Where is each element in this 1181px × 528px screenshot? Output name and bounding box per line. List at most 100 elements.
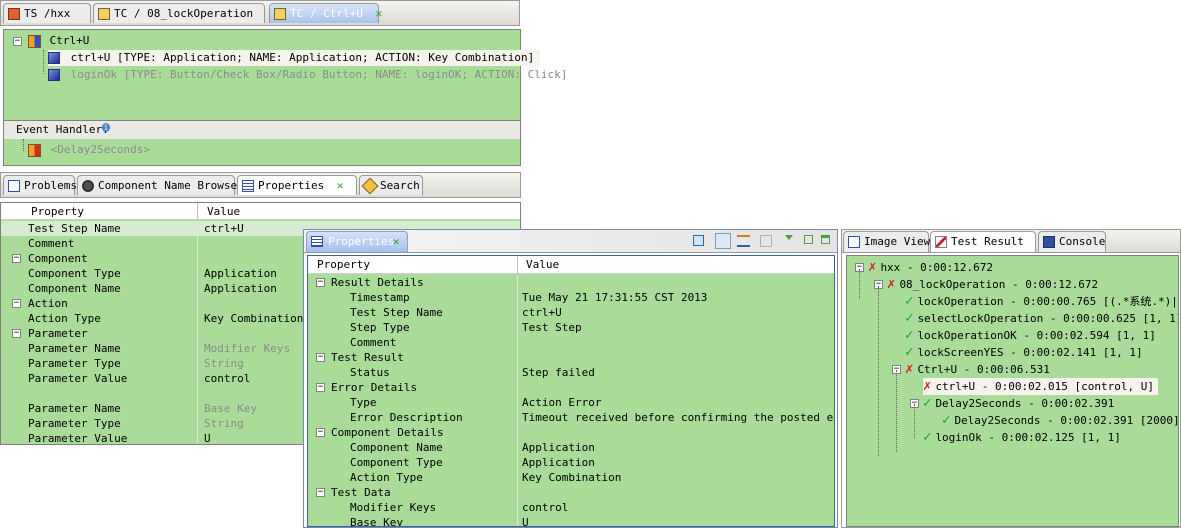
result-tree-item[interactable]: ✓ selectLockOperation - 0:00:00.625 [1, 1…	[905, 310, 1178, 327]
property-group-row[interactable]: − Result Details	[308, 275, 834, 290]
property-row[interactable]: Component Name Application	[308, 440, 834, 455]
result-tree-item[interactable]: ✓ loginOk - 0:00:02.125 [1, 1]	[923, 429, 1121, 446]
view-menu-icon[interactable]	[785, 235, 793, 240]
collapse-toggle[interactable]: −	[316, 383, 325, 392]
property-name: Modifier Keys	[350, 501, 437, 514]
result-tab-bar: Image View Test Result Console	[842, 230, 1180, 253]
property-row[interactable]: Action Type Key Combination	[308, 470, 834, 485]
tab-console[interactable]: Console	[1038, 231, 1106, 252]
tree-root[interactable]: Ctrl+U	[28, 33, 89, 49]
collapse-toggle[interactable]: −	[316, 278, 325, 287]
property-row[interactable]: Error Description Timeout received before…	[308, 410, 834, 425]
collapse-toggle[interactable]: −	[12, 254, 21, 263]
fail-cross-icon: ✗	[887, 276, 896, 292]
property-value: Test Step	[522, 321, 582, 334]
tree-step[interactable]: loginOk [TYPE: Button/Check Box/Radio Bu…	[48, 67, 567, 83]
collapse-toggle[interactable]: −	[316, 428, 325, 437]
result-label: Ctrl+U - 0:00:06.531	[917, 363, 1050, 376]
column-divider	[517, 256, 518, 273]
properties-icon	[242, 180, 254, 192]
tree-connector	[23, 139, 24, 151]
result-tree-item[interactable]: ✓ Delay2Seconds - 0:00:02.391 [2000]	[942, 412, 1178, 429]
pin-icon[interactable]	[693, 235, 704, 246]
categories-icon[interactable]	[715, 233, 731, 249]
editor-tab-tc-ctrlu[interactable]: TC / Ctrl+U ✕	[269, 3, 382, 23]
result-tree-item[interactable]: ✓ lockOperation - 0:00:00.765 [(.*系统.*)|(…	[905, 293, 1178, 310]
test-step-icon	[48, 69, 60, 81]
column-divider	[517, 500, 518, 515]
column-header-property[interactable]: Property	[317, 256, 370, 273]
property-row[interactable]: Status Step failed	[308, 365, 834, 380]
property-name: Test Data	[331, 486, 391, 499]
tab-image-view[interactable]: Image View	[843, 231, 930, 252]
editor-tab-ts-hxx[interactable]: TS /hxx	[3, 3, 91, 23]
info-icon: i	[102, 123, 110, 132]
result-tree-item[interactable]: ✓ Delay2Seconds - 0:00:02.391	[923, 395, 1114, 412]
tab-problems[interactable]: Problems	[3, 175, 77, 195]
editor-tab-tc-lockoperation[interactable]: TC / 08_lockOperation	[93, 3, 265, 23]
property-name: Status	[350, 366, 390, 379]
property-value: Modifier Keys	[204, 342, 291, 355]
close-icon[interactable]: ✕	[393, 232, 400, 251]
editor-tab-label: TC / Ctrl+U	[290, 7, 363, 20]
property-row[interactable]: Modifier Keys control	[308, 500, 834, 515]
event-handler-panel: <Delay2Seconds>	[3, 139, 521, 166]
collapse-toggle[interactable]: −	[13, 37, 22, 46]
result-label: loginOk - 0:00:02.125 [1, 1]	[935, 431, 1121, 444]
tab-properties[interactable]: Properties ✕	[237, 175, 357, 195]
pass-check-icon: ✓	[942, 412, 951, 428]
column-divider	[517, 305, 518, 320]
column-divider	[517, 410, 518, 425]
collapse-toggle[interactable]: −	[12, 329, 21, 338]
column-header-property[interactable]: Property	[31, 204, 84, 219]
result-tree-item[interactable]: ✗ hxx - 0:00:12.672	[868, 259, 993, 276]
property-row[interactable]: Test Step Name ctrl+U	[308, 305, 834, 320]
result-tree-item[interactable]: ✗ 08_lockOperation - 0:00:12.672	[887, 276, 1098, 293]
column-divider	[517, 350, 518, 365]
close-icon[interactable]: ✕	[375, 7, 382, 20]
column-divider	[197, 236, 198, 251]
tree-step[interactable]: ctrl+U [TYPE: Application; NAME: Applica…	[48, 50, 541, 66]
column-header-value[interactable]: Value	[207, 204, 240, 219]
property-name: Test Step Name	[28, 222, 121, 235]
property-value: ctrl+U	[522, 306, 562, 319]
pass-check-icon: ✓	[923, 395, 932, 411]
tab-test-result[interactable]: Test Result	[930, 231, 1036, 252]
property-row[interactable]: Comment	[308, 335, 834, 350]
property-row[interactable]: Step Type Test Step	[308, 320, 834, 335]
property-group-row[interactable]: − Test Result	[308, 350, 834, 365]
property-name: Parameter Value	[28, 372, 128, 385]
property-group-row[interactable]: − Component Details	[308, 425, 834, 440]
collapse-toggle[interactable]: −	[316, 488, 325, 497]
property-row[interactable]: Timestamp Tue May 21 17:31:55 CST 2013	[308, 290, 834, 305]
event-handler-item[interactable]: <Delay2Seconds>	[28, 142, 150, 158]
result-tree-item[interactable]: ✗ ctrl+U - 0:00:02.015 [control, U]	[923, 378, 1158, 395]
property-value: String	[204, 357, 244, 370]
maximize-icon[interactable]	[821, 235, 830, 244]
property-group-row[interactable]: − Test Data	[308, 485, 834, 500]
property-group-row[interactable]: − Error Details	[308, 380, 834, 395]
column-header-value[interactable]: Value	[526, 256, 559, 273]
property-row[interactable]: Component Type Application	[308, 455, 834, 470]
column-divider	[197, 266, 198, 281]
tab-component-name-browser[interactable]: Component Name Browser	[77, 175, 244, 195]
property-row[interactable]: Base Key U	[308, 515, 834, 526]
result-tree-item[interactable]: ✗ Ctrl+U - 0:00:06.531	[905, 361, 1050, 378]
tab-search[interactable]: Search	[359, 175, 423, 195]
column-divider	[517, 395, 518, 410]
property-value: Key Combination	[204, 312, 304, 325]
property-name: Error Details	[331, 381, 418, 394]
property-value: Step failed	[522, 366, 595, 379]
result-tree-item[interactable]: ✓ lockScreenYES - 0:00:02.141 [1, 1]	[905, 344, 1143, 361]
result-tree-item[interactable]: ✓ lockOperationOK - 0:00:02.594 [1, 1]	[905, 327, 1156, 344]
collapse-toggle[interactable]: −	[316, 353, 325, 362]
close-icon[interactable]: ✕	[337, 179, 344, 192]
restore-defaults-icon[interactable]	[760, 235, 772, 247]
filter-icon[interactable]	[737, 235, 750, 247]
tree-connector	[878, 286, 879, 456]
collapse-toggle[interactable]: −	[12, 299, 21, 308]
property-row[interactable]: Type Action Error	[308, 395, 834, 410]
result-label: ctrl+U - 0:00:02.015 [control, U]	[935, 380, 1154, 393]
tab-properties-active[interactable]: Properties ✕	[306, 231, 408, 252]
minimize-icon[interactable]	[804, 235, 813, 244]
